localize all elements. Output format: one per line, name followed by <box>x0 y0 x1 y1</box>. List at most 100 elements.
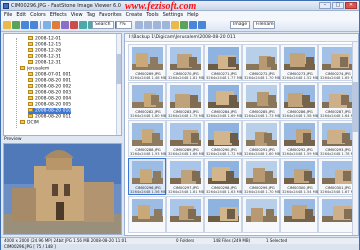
thumbnail[interactable]: CIM00284.JPG 3264x2448 1.69 MB <box>204 82 242 119</box>
thumbnail-info: 3264x2448 1.48 MB <box>130 76 167 80</box>
slideshow-icon[interactable] <box>61 21 69 29</box>
zoom-out-icon[interactable] <box>144 21 152 29</box>
tree-item-label: 2008-12-31 <box>35 60 62 66</box>
thumbnail[interactable]: CIM00297.JPG 3264x2448 1.61 MB <box>166 158 204 195</box>
menu-favorites[interactable]: Favorites <box>99 12 122 18</box>
thumbnail-info: 3264x2448 1.67 MB <box>320 190 357 194</box>
menu-settings[interactable]: Settings <box>163 12 184 18</box>
list-view-icon[interactable] <box>189 21 197 29</box>
menu-effects[interactable]: Effects <box>50 12 67 18</box>
tree-scrollbar[interactable] <box>116 34 121 135</box>
thumbnail[interactable]: CIM00290.JPG 3264x2448 1.72 MB <box>204 120 242 157</box>
app-icon <box>3 3 9 9</box>
tree-item-label: 2008-12-15 <box>35 42 62 48</box>
thumbnail[interactable]: CIM00298.JPG 3264x2448 1.63 MB <box>204 158 242 195</box>
thumbnail[interactable]: CIM00293.JPG 3264x2448 1.78 MB <box>318 120 356 157</box>
thumbnail[interactable] <box>166 196 204 233</box>
thumbnail-image <box>132 85 163 108</box>
menu-help[interactable]: Help <box>187 12 198 18</box>
preview-image <box>3 143 122 235</box>
tree-item-label: 2008-08-20 010 <box>35 108 72 114</box>
details-view-icon[interactable] <box>198 21 206 29</box>
close-button[interactable]: ✕ <box>345 2 357 9</box>
search-box[interactable]: Search <box>92 21 114 29</box>
actual-size-icon[interactable] <box>162 21 170 29</box>
thumbnail[interactable]: CIM00282.JPG 3264x2448 1.80 MB <box>128 82 166 119</box>
thumbnail-image <box>132 199 163 222</box>
thumbnail[interactable]: CIM00285.JPG 3264x2448 1.73 MB <box>242 82 280 119</box>
thumbnail-info: 3264x2448 1.65 MB <box>320 76 357 80</box>
thumbnail[interactable] <box>280 196 318 233</box>
thumbnail[interactable]: CIM00283.JPG 3264x2448 1.75 MB <box>166 82 204 119</box>
window-title: CIM00296.JPG - FastStone Image Viewer 6.… <box>11 3 121 9</box>
tree-item-label: 2008-08-20 001 <box>35 78 72 84</box>
thumbnail-scrollbar-thumb[interactable] <box>352 82 358 132</box>
thumbnail-info: 3264x2448 1.72 MB <box>206 152 243 156</box>
thumbnail[interactable]: CIM00273.JPG 3264x2448 1.52 MB <box>280 44 318 81</box>
up-folder-icon[interactable] <box>43 21 51 29</box>
menu-file[interactable]: File <box>4 12 12 18</box>
thumbnail[interactable]: CIM00299.JPG 3264x2448 1.70 MB <box>242 158 280 195</box>
forward-icon[interactable] <box>30 21 38 29</box>
tree-item[interactable]: DCIM <box>20 120 39 126</box>
thumbnail-image <box>208 85 239 108</box>
thumbnail[interactable] <box>204 196 242 233</box>
thumbnail[interactable]: CIM00292.JPG 3264x2448 1.59 MB <box>280 120 318 157</box>
thumbnail[interactable] <box>318 196 356 233</box>
thumbnail[interactable]: CIM00272.JPG 3264x2448 1.70 MB <box>242 44 280 81</box>
thumbnail[interactable]: CIM00271.JPG 3264x2448 1.77 MB <box>204 44 242 81</box>
refresh-icon[interactable] <box>12 21 20 29</box>
menu-edit[interactable]: Edit <box>16 12 26 18</box>
sort-select[interactable]: Filename <box>253 21 275 29</box>
thumbnail[interactable]: CIM00291.JPG 3264x2448 1.60 MB <box>242 120 280 157</box>
favorites-icon[interactable] <box>52 21 60 29</box>
path-bar[interactable]: I:\Backup 1\Digicam\Jerusalem\2008-08-20… <box>125 34 358 42</box>
delete-icon[interactable] <box>70 21 78 29</box>
status-bar: 4000 x 2000 (24.96 MP) 24bit JPG 1.56 MB… <box>1 237 359 244</box>
menu-bar: File Edit Colors Effects View Tag Favori… <box>1 11 359 19</box>
thumbnail-image <box>170 123 201 146</box>
menu-create[interactable]: Create <box>126 12 143 18</box>
zoom-select[interactable]: ?% <box>116 21 132 29</box>
open-folder-icon[interactable] <box>3 21 11 29</box>
tree-scrollbar-thumb[interactable] <box>116 54 121 84</box>
menu-tools[interactable]: Tools <box>146 12 158 18</box>
folder-icon <box>28 42 33 46</box>
toolbar-icons-2 <box>135 21 206 29</box>
thumbnail-selected[interactable]: CIM00296.JPG 3264x2448 1.56 MB <box>128 158 166 195</box>
thumbnail[interactable]: CIM00286.JPG 3264x2448 1.58 MB <box>280 82 318 119</box>
tree-item-label: 2008-08-20 005 <box>35 102 72 108</box>
app-window: CIM00296.JPG - FastStone Image Viewer 6.… <box>0 0 360 250</box>
view-mode-icon[interactable] <box>180 21 188 29</box>
maximize-button[interactable]: □ <box>332 2 344 9</box>
thumbnail-image <box>132 123 163 146</box>
thumbnail[interactable]: CIM00287.JPG 3264x2448 1.64 MB <box>318 82 356 119</box>
thumbnail-scrollbar[interactable] <box>352 42 358 235</box>
tree-item-label: 2008-08-20 003 <box>35 90 72 96</box>
thumbnail[interactable]: CIM00289.JPG 3264x2448 1.66 MB <box>166 120 204 157</box>
zoom-in-icon[interactable] <box>135 21 143 29</box>
thumbnail-info: 3264x2448 1.54 MB <box>282 190 319 194</box>
thumbnail[interactable]: CIM00300.JPG 3264x2448 1.54 MB <box>280 158 318 195</box>
thumbnail-image <box>284 85 315 108</box>
fit-icon[interactable] <box>153 21 161 29</box>
menu-view[interactable]: View <box>71 12 83 18</box>
thumbnail[interactable]: CIM00270.JPG 3264x2448 1.81 MB <box>166 44 204 81</box>
folder-icon <box>28 78 33 82</box>
minimize-button[interactable]: – <box>319 2 331 9</box>
menu-colors[interactable]: Colors <box>30 12 46 18</box>
menu-tag[interactable]: Tag <box>87 12 95 18</box>
rotate-left-icon[interactable] <box>79 21 87 29</box>
thumbnail[interactable] <box>128 196 166 233</box>
tree-item-label: 2008-12-26 <box>35 48 62 54</box>
title-bar[interactable]: CIM00296.JPG - FastStone Image Viewer 6.… <box>1 1 359 12</box>
thumbnail[interactable]: CIM00301.JPG 3264x2448 1.67 MB <box>318 158 356 195</box>
thumbnail[interactable]: CIM00269.JPG 3264x2448 1.48 MB <box>128 44 166 81</box>
filter-select[interactable]: Image <box>230 21 250 29</box>
thumbnail[interactable]: CIM00288.JPG 3264x2448 1.93 MB <box>128 120 166 157</box>
thumbnail-size-icon[interactable] <box>171 21 179 29</box>
thumbnail[interactable]: CIM00274.JPG 3264x2448 1.65 MB <box>318 44 356 81</box>
toolbar: Search ?% Image Filename <box>1 19 359 32</box>
back-icon[interactable] <box>21 21 29 29</box>
thumbnail[interactable] <box>242 196 280 233</box>
